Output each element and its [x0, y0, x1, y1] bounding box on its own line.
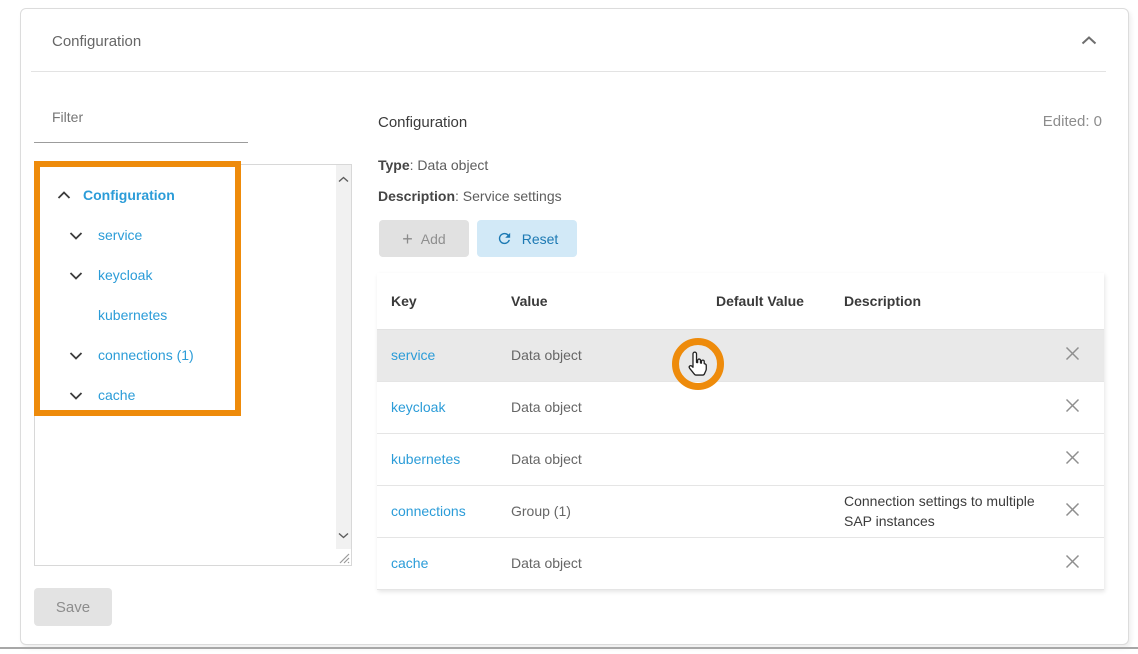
tree-item-label[interactable]: keycloak: [98, 267, 152, 283]
window-bottom-edge: [0, 647, 1138, 649]
tree-item[interactable]: cache: [35, 375, 335, 415]
description-label: Description: [378, 188, 455, 204]
scroll-down-icon[interactable]: [338, 526, 349, 544]
details-title: Configuration: [378, 114, 467, 131]
delete-row-button[interactable]: [1060, 497, 1085, 525]
column-header: Default Value: [716, 273, 826, 329]
delete-row-button[interactable]: [1060, 549, 1085, 577]
collapse-panel-button[interactable]: [1078, 31, 1100, 49]
row-value: Data object: [511, 451, 582, 467]
column-header-actions: [1041, 273, 1104, 329]
chevron-down-icon[interactable]: [69, 230, 83, 240]
tree-item-label[interactable]: kubernetes: [98, 307, 167, 323]
close-icon: [1064, 397, 1081, 414]
resize-handle-icon[interactable]: [336, 550, 351, 565]
table-row[interactable]: kubernetes Data object: [377, 433, 1104, 485]
row-value: Data object: [511, 347, 582, 363]
row-value: Group (1): [511, 503, 571, 519]
scroll-up-icon[interactable]: [338, 170, 349, 188]
tree-scrollbar[interactable]: [336, 165, 351, 549]
chevron-up-icon[interactable]: [57, 190, 71, 200]
row-description: Connection settings to multiple SAP inst…: [844, 491, 1041, 531]
delete-row-button[interactable]: [1060, 445, 1085, 473]
reset-button-label: Reset: [522, 231, 559, 247]
tree-item-label[interactable]: connections (1): [98, 347, 194, 363]
row-key-link[interactable]: service: [391, 347, 435, 363]
delete-row-button[interactable]: [1060, 341, 1085, 369]
plus-icon: +: [402, 230, 413, 248]
row-key-link[interactable]: keycloak: [391, 399, 445, 415]
tree-container: Configuration service keycloak kubernetes co…: [34, 164, 352, 566]
type-value: : Data object: [410, 157, 489, 173]
header-divider: [31, 71, 1106, 72]
row-value: Data object: [511, 555, 582, 571]
tree-item[interactable]: keycloak: [35, 255, 335, 295]
row-value: Data object: [511, 399, 582, 415]
panel-title: Configuration: [52, 33, 141, 50]
add-button[interactable]: + Add: [379, 220, 469, 257]
close-icon: [1064, 553, 1081, 570]
config-tree: Configuration service keycloak kubernetes co…: [35, 175, 335, 415]
table-row[interactable]: keycloak Data object: [377, 381, 1104, 433]
screen: Configuration Filter Configurationservic…: [0, 0, 1138, 654]
tree-item[interactable]: kubernetes: [35, 295, 335, 335]
table-header-row: KeyValueDefault ValueDescription: [377, 273, 1104, 329]
configuration-panel: Configuration Filter Configurationservic…: [20, 8, 1129, 645]
tree-item[interactable]: service: [35, 215, 335, 255]
chevron-down-icon[interactable]: [69, 270, 83, 280]
description-value: : Service settings: [455, 188, 562, 204]
column-header: Value: [511, 273, 716, 329]
delete-row-button[interactable]: [1060, 393, 1085, 421]
row-key-link[interactable]: kubernetes: [391, 451, 460, 467]
edited-counter: Edited: 0: [1043, 113, 1102, 130]
row-key-link[interactable]: cache: [391, 555, 428, 571]
table-row[interactable]: service Data object: [377, 329, 1104, 381]
table-row[interactable]: cache Data object: [377, 537, 1104, 589]
column-header: Description: [826, 273, 1041, 329]
tree-item-root[interactable]: Configuration: [35, 175, 335, 215]
tree-item-label[interactable]: Configuration: [83, 187, 175, 203]
filter-input[interactable]: [34, 121, 248, 143]
add-button-label: Add: [421, 231, 446, 247]
tree-item-label[interactable]: service: [98, 227, 142, 243]
chevron-down-icon[interactable]: [69, 390, 83, 400]
chevron-down-icon[interactable]: [69, 350, 83, 360]
type-line: Type: Data object: [378, 157, 488, 173]
save-button[interactable]: Save: [34, 588, 112, 626]
description-line: Description: Service settings: [378, 188, 562, 204]
chevron-up-icon: [1081, 36, 1097, 45]
table-row[interactable]: connections Group (1) Connection settings …: [377, 485, 1104, 537]
config-table: KeyValueDefault ValueDescription service…: [377, 273, 1104, 590]
reset-button[interactable]: Reset: [477, 220, 577, 257]
table-toolbar: + Add Reset: [379, 220, 577, 257]
close-icon: [1064, 449, 1081, 466]
row-key-link[interactable]: connections: [391, 503, 466, 519]
tree-item[interactable]: connections (1): [35, 335, 335, 375]
refresh-icon: [496, 230, 513, 247]
type-label: Type: [378, 157, 410, 173]
close-icon: [1064, 501, 1081, 518]
tree-item-label[interactable]: cache: [98, 387, 135, 403]
close-icon: [1064, 345, 1081, 362]
column-header: Key: [377, 273, 511, 329]
